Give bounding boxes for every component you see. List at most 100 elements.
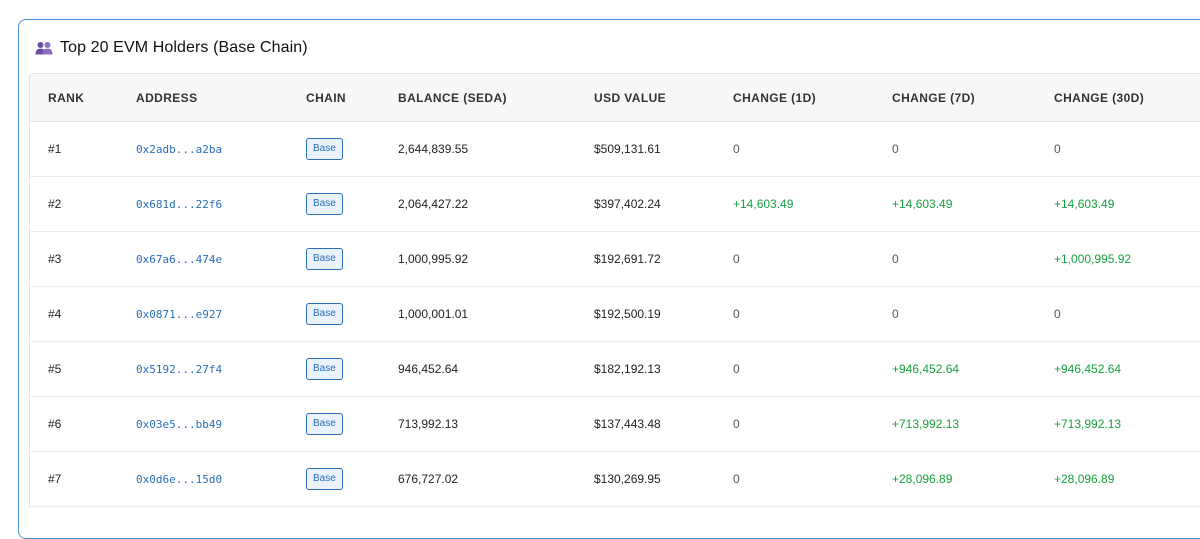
address-cell: 0x03e5...bb49 — [118, 396, 288, 452]
column-header-rank[interactable]: RANK — [30, 74, 118, 122]
column-header-change-1d[interactable]: CHANGE (1D) — [715, 74, 874, 122]
rank-cell: #4 — [30, 286, 118, 342]
chain-badge: Base — [306, 413, 343, 435]
change-1d-cell: +14,603.49 — [715, 176, 874, 232]
rank-cell: #5 — [48, 362, 62, 376]
balance-cell: 946,452.64 — [380, 341, 576, 397]
column-header-chain[interactable]: CHAIN — [288, 74, 380, 122]
address-cell: 0x5192...27f4 — [118, 341, 288, 397]
address-link[interactable]: 0x0871...e927 — [136, 308, 222, 321]
change-7d-cell: +713,992.13 — [874, 396, 1036, 452]
rank-cell: #6 — [30, 396, 118, 452]
address-link[interactable]: 0x03e5...bb49 — [136, 418, 222, 431]
column-header-usd-value[interactable]: USD VALUE — [576, 74, 715, 122]
change-7d-cell: 0 — [892, 307, 899, 321]
change-30d-cell: 0 — [1054, 142, 1061, 156]
balance-cell: 676,727.02 — [380, 451, 576, 507]
rank-cell: #3 — [48, 252, 62, 266]
chain-badge: Base — [306, 303, 343, 325]
change-30d-cell: 0 — [1036, 121, 1200, 177]
rank-cell: #2 — [48, 197, 62, 211]
address-cell: 0x0d6e...15d0 — [118, 451, 288, 507]
change-7d-cell: +14,603.49 — [892, 197, 953, 211]
holders-table: RANK ADDRESS CHAIN BALANCE (SEDA) USD VA… — [30, 74, 1200, 507]
balance-cell: 946,452.64 — [398, 362, 459, 376]
change-7d-cell: +713,992.13 — [892, 417, 960, 431]
balance-cell: 2,064,427.22 — [380, 176, 576, 232]
table-row[interactable]: #3 0x67a6...474e Base 1,000,995.92 $192,691.… — [30, 231, 1200, 287]
column-header-change-7d[interactable]: CHANGE (7D) — [874, 74, 1036, 122]
change-1d-cell: +14,603.49 — [733, 197, 794, 211]
change-1d-cell: 0 — [715, 231, 874, 287]
change-30d-cell: +28,096.89 — [1054, 472, 1115, 486]
change-30d-cell: +713,992.13 — [1054, 417, 1122, 431]
change-30d-cell: +28,096.89 — [1036, 451, 1200, 507]
balance-cell: 676,727.02 — [398, 472, 459, 486]
address-link[interactable]: 0x2adb...a2ba — [136, 143, 222, 156]
change-30d-cell: +713,992.13 — [1036, 396, 1200, 452]
table-row[interactable]: #2 0x681d...22f6 Base 2,064,427.22 $397,402.… — [30, 176, 1200, 232]
balance-cell: 2,644,839.55 — [398, 142, 469, 156]
change-30d-cell: +14,603.49 — [1054, 197, 1115, 211]
usd-value-cell: $137,443.48 — [576, 396, 715, 452]
address-cell: 0x2adb...a2ba — [118, 121, 288, 177]
change-1d-cell: 0 — [733, 252, 740, 266]
rank-cell: #2 — [30, 176, 118, 232]
balance-cell: 713,992.13 — [380, 396, 576, 452]
change-30d-cell: +946,452.64 — [1036, 341, 1200, 397]
change-1d-cell: 0 — [733, 472, 740, 486]
rank-cell: #7 — [30, 451, 118, 507]
usd-value-cell: $509,131.61 — [594, 142, 661, 156]
address-cell: 0x681d...22f6 — [118, 176, 288, 232]
balance-cell: 1,000,995.92 — [380, 231, 576, 287]
chain-cell: Base — [288, 286, 380, 342]
column-header-balance[interactable]: BALANCE (SEDA) — [380, 74, 576, 122]
table-row[interactable]: #4 0x0871...e927 Base 1,000,001.01 $192,500.… — [30, 286, 1200, 342]
rank-cell: #1 — [48, 142, 62, 156]
change-30d-cell: +946,452.64 — [1054, 362, 1122, 376]
usd-value-cell: $192,500.19 — [576, 286, 715, 342]
address-link[interactable]: 0x0d6e...15d0 — [136, 473, 222, 486]
usd-value-cell: $137,443.48 — [594, 417, 661, 431]
change-1d-cell: 0 — [715, 341, 874, 397]
rank-cell: #6 — [48, 417, 62, 431]
table-header-row: RANK ADDRESS CHAIN BALANCE (SEDA) USD VA… — [30, 74, 1200, 122]
change-30d-cell: +1,000,995.92 — [1036, 231, 1200, 287]
column-header-address[interactable]: ADDRESS — [118, 74, 288, 122]
holders-card: Top 20 EVM Holders (Base Chain) RANK ADD… — [18, 19, 1200, 539]
card-header: Top 20 EVM Holders (Base Chain) — [35, 38, 308, 58]
holders-table-wrap: RANK ADDRESS CHAIN BALANCE (SEDA) USD VA… — [29, 73, 1200, 507]
change-1d-cell: 0 — [733, 362, 740, 376]
usd-value-cell: $130,269.95 — [576, 451, 715, 507]
rank-cell: #1 — [30, 121, 118, 177]
balance-cell: 1,000,001.01 — [398, 307, 469, 321]
chain-badge: Base — [306, 138, 343, 160]
chain-cell: Base — [288, 341, 380, 397]
usd-value-cell: $182,192.13 — [576, 341, 715, 397]
address-link[interactable]: 0x5192...27f4 — [136, 363, 222, 376]
address-cell: 0x0871...e927 — [118, 286, 288, 342]
change-1d-cell: 0 — [715, 121, 874, 177]
usd-value-cell: $182,192.13 — [594, 362, 661, 376]
address-link[interactable]: 0x67a6...474e — [136, 253, 222, 266]
table-row[interactable]: #6 0x03e5...bb49 Base 713,992.13 $137,443.48… — [30, 396, 1200, 452]
chain-badge: Base — [306, 193, 343, 215]
table-row[interactable]: #7 0x0d6e...15d0 Base 676,727.02 $130,269.95… — [30, 451, 1200, 507]
change-7d-cell: +28,096.89 — [892, 472, 953, 486]
rank-cell: #5 — [30, 341, 118, 397]
usd-value-cell: $192,500.19 — [594, 307, 661, 321]
address-link[interactable]: 0x681d...22f6 — [136, 198, 222, 211]
change-7d-cell: 0 — [892, 142, 899, 156]
table-row[interactable]: #1 0x2adb...a2ba Base 2,644,839.55 $509,131.… — [30, 121, 1200, 177]
table-row[interactable]: #5 0x5192...27f4 Base 946,452.64 $182,192.13… — [30, 341, 1200, 397]
usd-value-cell: $130,269.95 — [594, 472, 661, 486]
chain-badge: Base — [306, 358, 343, 380]
change-7d-cell: +28,096.89 — [874, 451, 1036, 507]
usd-value-cell: $509,131.61 — [576, 121, 715, 177]
chain-cell: Base — [288, 451, 380, 507]
change-7d-cell: 0 — [892, 252, 899, 266]
change-30d-cell: +1,000,995.92 — [1054, 252, 1132, 266]
column-header-change-30d[interactable]: CHANGE (30D) — [1036, 74, 1200, 122]
change-30d-cell: +14,603.49 — [1036, 176, 1200, 232]
change-1d-cell: 0 — [733, 417, 740, 431]
